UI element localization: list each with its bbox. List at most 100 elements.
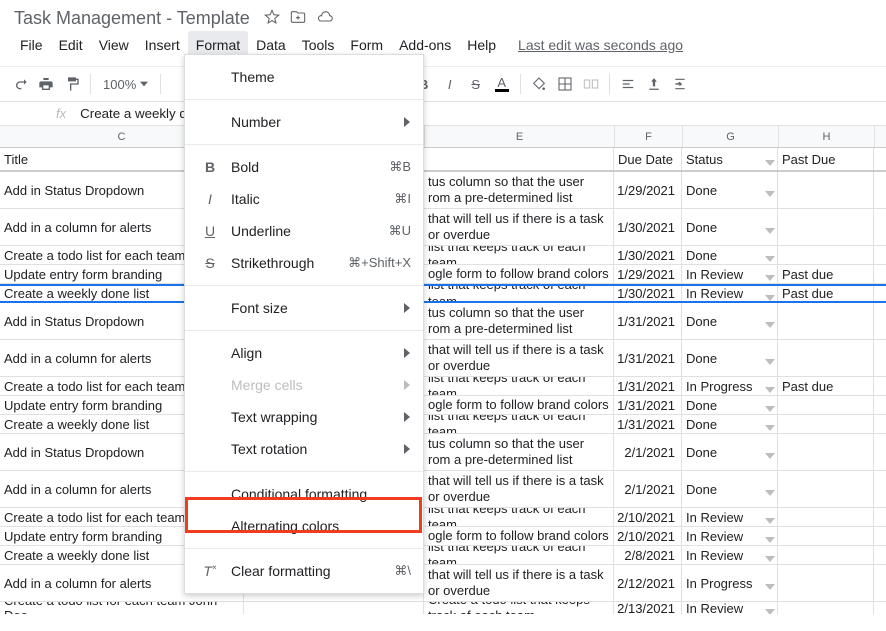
table-row[interactable]: Add in Status Dropdowntus column so that… (0, 172, 886, 209)
cell-desc[interactable]: ogle form to follow brand colors (424, 265, 614, 283)
cell-past[interactable] (778, 565, 874, 601)
textcolor-icon[interactable]: A (490, 72, 514, 96)
doc-title[interactable]: Task Management - Template (14, 8, 250, 29)
merge-icon[interactable] (579, 72, 603, 96)
cell-due[interactable]: 1/31/2021 (614, 377, 682, 395)
table-row[interactable]: Create a weekly done listlist that keeps… (0, 546, 886, 565)
strike-icon[interactable]: S (464, 72, 488, 96)
cell-status[interactable]: In Review (682, 265, 778, 283)
table-row[interactable]: Create a weekly done listlist that keeps… (0, 415, 886, 434)
cell-due[interactable]: 1/31/2021 (614, 303, 682, 339)
cell-desc[interactable]: that will tell us if there is a taskor o… (424, 209, 614, 245)
wrap-icon[interactable] (668, 72, 692, 96)
cell-past[interactable] (778, 396, 874, 414)
cell-desc[interactable]: list that keeps track of each team (424, 546, 614, 564)
cell-due[interactable]: 1/30/2021 (614, 209, 682, 245)
table-row[interactable]: Add in a column for alertsthat will tell… (0, 565, 886, 602)
table-row[interactable]: Add in Status Dropdowntus column so that… (0, 303, 886, 340)
table-row[interactable]: Add in a column for alertsthat will tell… (0, 209, 886, 246)
cell-title[interactable]: Create a todo list for each team John Do… (0, 602, 244, 614)
cell-past[interactable] (778, 434, 874, 470)
star-icon[interactable] (264, 9, 280, 28)
cell-desc[interactable]: tus column so that the userrom a pre-det… (424, 434, 614, 470)
menu-strike[interactable]: SStrikethrough⌘+Shift+X (185, 247, 423, 279)
col-header-e[interactable]: E (425, 126, 615, 147)
table-row[interactable]: Create a todo list for each teamlist tha… (0, 246, 886, 265)
table-row[interactable]: Update entry form brandingogle form to f… (0, 396, 886, 415)
table-row[interactable]: Create a todo list for each team John Do… (0, 602, 886, 614)
cell-status[interactable]: In Progress (682, 565, 778, 601)
cell-desc[interactable]: Create a todo list that keeps track of e… (424, 602, 614, 614)
cell-status[interactable]: In Review (682, 546, 778, 564)
cell-due[interactable]: 2/8/2021 (614, 546, 682, 564)
menu-conditional-formatting[interactable]: Conditional formatting (185, 478, 423, 510)
last-edit-label[interactable]: Last edit was seconds ago (510, 31, 691, 59)
cell-status[interactable]: Done (682, 340, 778, 376)
cell-due[interactable]: 2/10/2021 (614, 527, 682, 545)
cell-status[interactable]: In Review (682, 527, 778, 545)
cell-due[interactable]: 2/13/2021 (614, 602, 682, 614)
menu-wrap[interactable]: Text wrapping (185, 401, 423, 433)
table-row[interactable]: Update entry form brandingogle form to f… (0, 265, 886, 284)
halign-icon[interactable] (616, 72, 640, 96)
table-row[interactable]: Create a todo list for each teamlist tha… (0, 377, 886, 396)
menu-italic[interactable]: IItalic⌘I (185, 183, 423, 215)
chevron-down-icon[interactable] (765, 270, 775, 283)
cell-desc[interactable]: tus column so that the userrom a pre-det… (424, 172, 614, 208)
chevron-down-icon[interactable] (765, 317, 775, 332)
cell-desc[interactable]: tus column so that the userrom a pre-det… (424, 303, 614, 339)
cell-desc[interactable]: list that keeps track of each team (424, 415, 614, 433)
cell-due[interactable]: 2/1/2021 (614, 434, 682, 470)
cell-status[interactable]: Done (682, 303, 778, 339)
cell-status[interactable]: Done (682, 246, 778, 264)
cell-past[interactable] (778, 209, 874, 245)
cell-status[interactable]: In Review (682, 508, 778, 526)
cell-status[interactable]: In Review (682, 286, 778, 301)
move-icon[interactable] (290, 9, 306, 28)
menu-underline[interactable]: UUnderline⌘U (185, 215, 423, 247)
header-status[interactable]: Status (682, 148, 778, 170)
menu-view[interactable]: View (91, 31, 137, 59)
cell-past[interactable]: Past due (778, 265, 874, 283)
chevron-down-icon[interactable] (765, 604, 775, 614)
cell-status[interactable]: Done (682, 471, 778, 507)
menu-align[interactable]: Align (185, 337, 423, 369)
menu-file[interactable]: File (12, 31, 51, 59)
menu-fontsize[interactable]: Font size (185, 292, 423, 324)
chevron-down-icon[interactable] (765, 290, 775, 302)
chevron-down-icon[interactable] (765, 420, 775, 433)
cell-past[interactable] (778, 340, 874, 376)
cell-status[interactable]: Done (682, 209, 778, 245)
chevron-down-icon[interactable] (765, 251, 775, 264)
col-header-g[interactable]: G (683, 126, 779, 147)
cell-past[interactable]: Past due (778, 377, 874, 395)
col-header-h[interactable]: H (779, 126, 875, 147)
chevron-down-icon[interactable] (765, 223, 775, 238)
chevron-down-icon[interactable] (765, 186, 775, 201)
cell-due[interactable]: 1/29/2021 (614, 172, 682, 208)
cell-status[interactable]: In Progress (682, 377, 778, 395)
cell-due[interactable]: 1/30/2021 (614, 286, 682, 301)
header-due[interactable]: Due Date (614, 148, 682, 170)
cell-past[interactable] (778, 172, 874, 208)
cloud-status-icon[interactable] (316, 9, 334, 28)
print-icon[interactable] (34, 72, 58, 96)
cell-due[interactable]: 2/10/2021 (614, 508, 682, 526)
cell-past[interactable] (778, 303, 874, 339)
italic-icon[interactable]: I (438, 72, 462, 96)
chevron-down-icon[interactable] (765, 579, 775, 594)
table-row[interactable]: Create a todo list for each teamlist tha… (0, 508, 886, 527)
chevron-down-icon[interactable] (765, 448, 775, 463)
cell-due[interactable]: 1/31/2021 (614, 415, 682, 433)
cell-due[interactable]: 2/1/2021 (614, 471, 682, 507)
cell-past[interactable] (778, 471, 874, 507)
cell-status[interactable]: Done (682, 415, 778, 433)
chevron-down-icon[interactable] (765, 354, 775, 369)
chevron-down-icon[interactable] (765, 551, 775, 564)
col-header-f[interactable]: F (615, 126, 683, 147)
menu-number[interactable]: Number (185, 106, 423, 138)
table-row[interactable]: Update entry form brandingogle form to f… (0, 527, 886, 546)
cell-status[interactable]: In Review (682, 602, 778, 614)
cell-past[interactable]: Past due (778, 286, 874, 301)
cell-desc[interactable]: list that keeps track of each team (424, 377, 614, 395)
